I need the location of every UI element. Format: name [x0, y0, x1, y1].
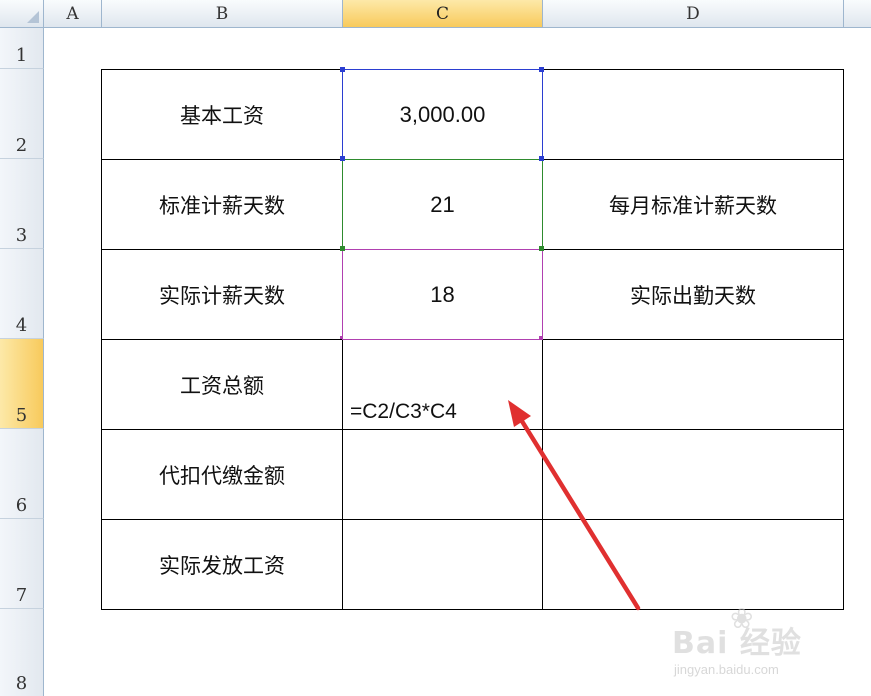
paw-icon: ❀ — [730, 602, 754, 635]
watermark-url: jingyan.baidu.com — [674, 662, 779, 677]
baidu-jingyan-watermark: Bai 经验 ❀ jingyan.baidu.com — [664, 598, 864, 688]
annotation-arrow-icon — [508, 400, 641, 611]
